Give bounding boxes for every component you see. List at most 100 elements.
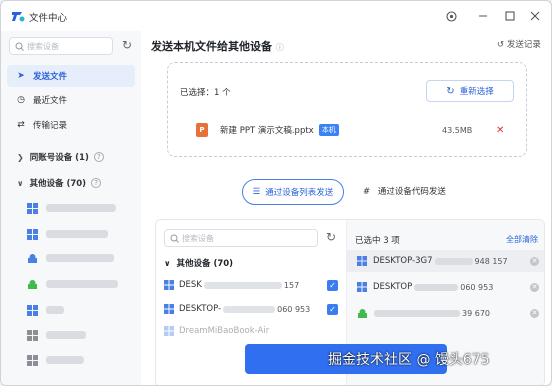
device-code: 948 157 bbox=[474, 256, 508, 266]
search-placeholder: 搜索设备 bbox=[27, 41, 59, 51]
help-icon[interactable]: ? bbox=[93, 152, 104, 162]
send-via-list-button[interactable]: ☰ 通过设备列表发送 bbox=[242, 179, 344, 205]
windows-icon bbox=[27, 354, 38, 366]
settings-icon[interactable] bbox=[441, 6, 461, 26]
sidebar-device-item[interactable] bbox=[27, 251, 114, 265]
remove-device-icon[interactable]: ✕ bbox=[530, 282, 539, 292]
selected-count: 已选择：1 个 bbox=[180, 88, 231, 98]
refresh-icon[interactable]: ↻ bbox=[326, 230, 336, 244]
chevron-right-icon: ❯ bbox=[17, 152, 24, 162]
selected-device-row: 39 670 ✕ bbox=[347, 302, 544, 324]
windows-icon bbox=[27, 228, 38, 240]
device-checkbox[interactable]: ✓ bbox=[327, 303, 338, 315]
page-title: 发送本机文件给其他设备 ⓘ bbox=[151, 40, 284, 53]
nav-send-file[interactable]: ➤ 发送文件 bbox=[7, 65, 135, 87]
nav-label: 发送文件 bbox=[33, 72, 68, 82]
file-selection-box[interactable]: 已选择：1 个 ↻ 重新选择 P 新建 PPT 演示文稿.pptx 本机 43.… bbox=[167, 62, 527, 157]
chevron-down-icon: ∨ bbox=[164, 258, 171, 268]
device-name-redacted bbox=[46, 254, 114, 262]
search-icon bbox=[15, 42, 24, 51]
sidebar-device-item[interactable] bbox=[27, 227, 108, 241]
sidebar-device-item[interactable] bbox=[27, 277, 118, 291]
hash-icon: # bbox=[363, 187, 371, 197]
android-icon bbox=[358, 309, 367, 318]
device-code: 060 953 bbox=[460, 282, 494, 292]
remove-device-icon[interactable]: ✕ bbox=[530, 256, 539, 266]
sidebar-device-item[interactable] bbox=[27, 353, 84, 367]
nav-label: 最近文件 bbox=[33, 96, 68, 106]
info-icon[interactable]: ⓘ bbox=[276, 43, 284, 52]
device-row[interactable]: DESKTOP- 060 953 ✓ bbox=[164, 301, 338, 317]
help-icon[interactable]: ? bbox=[91, 178, 102, 188]
group-same-account[interactable]: ❯ 同账号设备 (1) ? bbox=[17, 151, 104, 163]
app-logo-icon bbox=[12, 12, 25, 22]
group-label: 同账号设备 (1) bbox=[29, 153, 89, 163]
clear-all-link[interactable]: 全部清除 bbox=[506, 234, 538, 245]
device-code: 39 670 bbox=[462, 308, 490, 318]
device-row[interactable]: DreamMiBaoBook-Air bbox=[164, 323, 338, 339]
windows-icon bbox=[164, 326, 174, 336]
windows-icon bbox=[357, 256, 367, 266]
selected-devices-title: 已选中 3 项 bbox=[355, 236, 400, 246]
clock-icon: ◷ bbox=[17, 95, 25, 105]
device-name: DESKTOP bbox=[373, 282, 413, 292]
windows-icon bbox=[164, 280, 174, 290]
group-label: 其他设备 (70) bbox=[29, 179, 87, 189]
window-title: 文件中心 bbox=[29, 13, 68, 24]
search-placeholder: 搜索设备 bbox=[182, 233, 214, 243]
device-name-redacted bbox=[223, 305, 276, 313]
file-name: 新建 PPT 演示文稿.pptx bbox=[220, 126, 314, 136]
device-name-redacted bbox=[46, 331, 86, 339]
device-name-redacted bbox=[46, 230, 108, 238]
send-via-code-button[interactable]: # 通过设备代码发送 bbox=[363, 185, 446, 197]
device-name: DESKTOP- bbox=[179, 304, 222, 314]
sidebar: 搜索设备 ↻ ➤ 发送文件 ◷ 最近文件 ⇄ 传输记录 ❯ 同账号设备 (1) … bbox=[1, 31, 141, 385]
chevron-down-icon: ∨ bbox=[17, 178, 24, 188]
device-name-redacted bbox=[203, 281, 282, 289]
windows-icon bbox=[27, 304, 38, 316]
minimize-button[interactable] bbox=[473, 6, 493, 26]
device-name-redacted bbox=[46, 280, 118, 288]
windows-icon bbox=[357, 282, 367, 292]
device-name-redacted bbox=[414, 283, 459, 291]
local-tag: 本机 bbox=[318, 124, 339, 136]
sidebar-device-item[interactable] bbox=[27, 328, 86, 342]
group-other-devices[interactable]: ∨ 其他设备 (70) ? bbox=[17, 177, 102, 189]
refresh-icon[interactable]: ↻ bbox=[120, 38, 134, 52]
windows-icon bbox=[164, 304, 174, 314]
device-name-redacted bbox=[374, 309, 460, 317]
title-bar: 文件中心 bbox=[1, 1, 551, 31]
device-list-icon: ☰ bbox=[252, 187, 261, 197]
close-button[interactable] bbox=[525, 6, 545, 26]
maximize-button[interactable] bbox=[500, 6, 520, 26]
search-icon bbox=[170, 234, 179, 243]
file-center-window: 文件中心 搜索设备 ↻ ➤ 发送文件 ◷ 最近文件 ⇄ 传输记录 ❯ 同账号设备… bbox=[0, 0, 552, 386]
device-name-redacted bbox=[46, 306, 64, 314]
device-checkbox[interactable]: ✓ bbox=[327, 279, 338, 291]
sidebar-device-item[interactable] bbox=[27, 303, 64, 317]
device-name: DESK bbox=[179, 280, 202, 290]
device-name-redacted bbox=[46, 204, 116, 212]
nav-label: 传输记录 bbox=[33, 121, 68, 131]
selected-file-row: P 新建 PPT 演示文稿.pptx 本机 43.5MB ✕ bbox=[196, 121, 506, 139]
device-search-input[interactable]: 搜索设备 bbox=[164, 229, 318, 247]
device-row[interactable]: DESK 157 ✓ bbox=[164, 277, 338, 293]
windows-icon bbox=[27, 202, 38, 214]
refresh-icon: ↻ bbox=[446, 85, 455, 97]
remove-file-icon[interactable]: ✕ bbox=[496, 125, 504, 136]
send-history-link[interactable]: ↺ 发送记录 bbox=[497, 38, 541, 50]
remove-device-icon[interactable]: ✕ bbox=[530, 308, 539, 318]
device-group-other[interactable]: ∨ 其他设备 (70) bbox=[164, 257, 233, 270]
nav-recent-files[interactable]: ◷ 最近文件 bbox=[7, 89, 135, 111]
android-icon bbox=[28, 279, 37, 289]
file-size: 43.5MB bbox=[442, 125, 473, 135]
device-code: 060 953 bbox=[277, 304, 311, 314]
sidebar-device-item[interactable] bbox=[27, 201, 116, 215]
nav-transfer-records[interactable]: ⇄ 传输记录 bbox=[7, 114, 135, 136]
selected-device-row: DESKTOP-3G7 948 157 ✕ bbox=[347, 250, 544, 272]
reselect-button[interactable]: ↻ 重新选择 bbox=[426, 80, 514, 102]
send-icon: ➤ bbox=[17, 71, 25, 81]
sidebar-search-input[interactable]: 搜索设备 bbox=[9, 37, 113, 55]
transfer-icon: ⇄ bbox=[17, 120, 25, 130]
device-name-redacted bbox=[46, 356, 84, 364]
